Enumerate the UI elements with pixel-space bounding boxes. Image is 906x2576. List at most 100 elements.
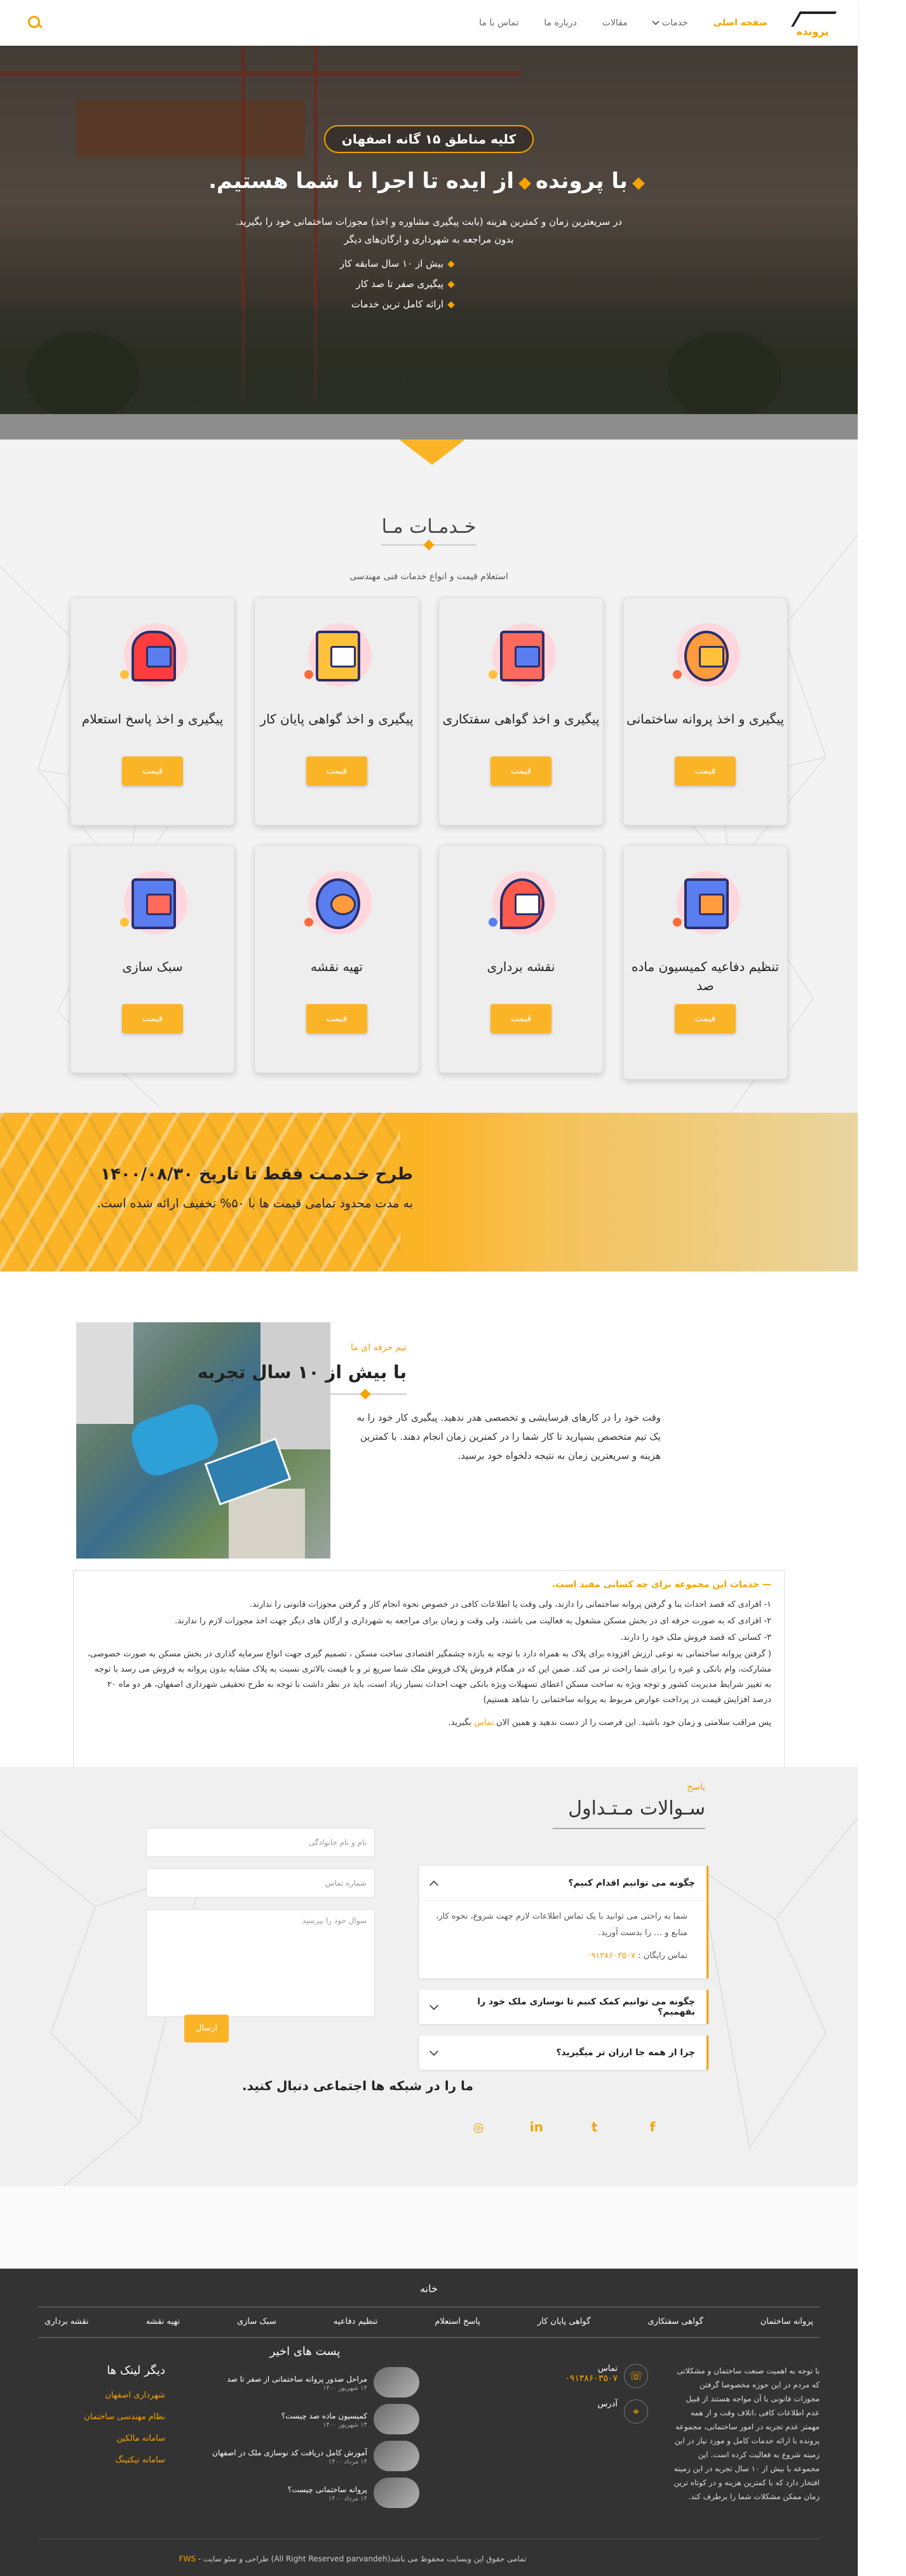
nav-home[interactable]: صفحه اصلی [713,18,767,28]
promo-title: طرح خـدمـت فقط تا تاریخ ۱۴۰۰/۰۸/۳۰ [100,1165,413,1184]
logo[interactable]: پرونده [793,9,832,37]
faq-section: پاسخ سـوالات مـتـداول چگونه می توانیم اق… [0,1767,858,2186]
box-title: خدمات این مجموعه برای چه کسانی مفید است. [86,1577,771,1592]
faq-accordion: چگونه می توانیم اقدام کنیم؟ شما به راحتی… [419,1866,708,2081]
nav-articles[interactable]: مقالات [602,18,628,28]
post-date: ۱۴ شهریور ۱۴۰۰ [323,2384,367,2392]
building-icon [480,617,562,699]
price-button[interactable]: قیمت [490,1004,551,1033]
other-link[interactable]: نظام مهندسی ساختمان [38,2406,165,2428]
faq-question-text: چرا از همه جا ارزان تر میگیرید؟ [556,2048,695,2058]
question-textarea[interactable]: سوال خود را بپرسید [146,1909,375,2017]
linkedin-icon[interactable]: in [528,2119,544,2136]
footer-link[interactable]: پروانه ساختمان [761,2317,813,2326]
service-card-title: پیگیری و اخذ پروانه ساختمانی [626,711,785,727]
twitter-icon[interactable]: t [586,2119,603,2136]
contact-phone-number[interactable]: ۰۹۱۳۸۶۰۳۵۰۷ [565,2373,618,2384]
who-benefits-box: خدمات این مجموعه برای چه کسانی مفید است.… [73,1570,785,1768]
about-kicker: تیم حرفه ای ما [351,1343,407,1353]
certificate-icon [295,617,378,699]
faq-question[interactable]: چگونه می توانیم کمک کنیم تا نوسازی ملک خ… [419,1990,707,2024]
price-button[interactable]: قیمت [122,756,183,786]
box-item: ۳- کسانی که قصد فروش ملک خود را دارند. [620,1633,771,1642]
price-button[interactable]: قیمت [490,756,551,786]
hero-bottom-strip [0,414,858,439]
contact-phone: ☏ تماس ۰۹۱۳۸۶۰۳۵۰۷ [502,2364,648,2388]
faq-question[interactable]: چگونه می توانیم اقدام کنیم؟ [419,1866,707,1900]
chevron-down-icon [652,18,659,25]
worker-icon [664,617,747,699]
box-item: ۱- افرادی که قصد احداث بنا و گرفتن پروان… [250,1600,771,1609]
price-button[interactable]: قیمت [675,756,736,786]
footer-link[interactable]: تهیه نقشه [146,2317,180,2326]
footer-about-text: با توجه به اهمیت صنعت ساختمان و مشکلاتی … [673,2366,820,2501]
service-card: پیگیری و اخذ گواهی سفتکاری قیمت [438,597,604,826]
price-button[interactable]: قیمت [675,1004,736,1033]
social-links: f t in ◎ [470,2119,661,2136]
post-item[interactable]: پروانه ساختمانی چیست؟ ۱۴ مرداد ۱۴۰۰ [191,2478,419,2508]
post-title[interactable]: آموزش کامل دریافت کد نوسازی ملک در اصفها… [212,2447,367,2459]
faq-phone-label: تماس رایگان : [638,1951,687,1961]
about-title: با بیش از ۱۰ سال تجربه [197,1362,407,1383]
faq-title: سـوالات مـتـداول [568,1797,705,1820]
post-title[interactable]: پروانه ساختمانی چیست؟ [288,2484,367,2495]
price-button[interactable]: قیمت [306,756,367,786]
post-date: ۱۴ مرداد ۱۴۰۰ [328,2495,367,2502]
faq-answer: شما به راحتی می توانید با یک تماس اطلاعا… [419,1900,707,1978]
faq-question[interactable]: چرا از همه جا ارزان تر میگیرید؟ [419,2036,707,2070]
diamond-icon [360,1388,371,1400]
question-form: نام و نام خانوادگی شماره تماس سوال خود ر… [146,1828,375,2029]
post-item[interactable]: مراحل صدور پروانه ساختمانی از صفر تا صد … [191,2367,419,2398]
faq-item[interactable]: چگونه می توانیم کمک کنیم تا نوسازی ملک خ… [419,1990,708,2024]
cta-text: پس مراقب سلامتی و زمان خود باشید. این فر… [496,1718,771,1727]
post-title[interactable]: مراحل صدور پروانه ساختمانی از صفر تا صد [227,2373,367,2385]
post-title[interactable]: کمیسیون ماده صد چیست؟ [281,2410,367,2422]
nav-services[interactable]: خدمات [652,18,688,28]
chevron-up-icon [429,1880,439,1890]
search-icon[interactable] [25,14,43,32]
service-card-title: نقشه برداری [487,959,555,974]
faq-phone-number[interactable]: ۰۹۱۳۸۶۰۳۵۰۷ [586,1951,635,1961]
footer-title[interactable]: خانه [0,2283,858,2295]
service-card-title: سبک سازی [122,959,183,974]
contact-link[interactable]: تماس [474,1718,494,1727]
diamond-icon [632,177,645,190]
other-links: دیگر لینک ها شهرداری اصفهان نظام مهندسی … [38,2364,165,2471]
location-icon: ⌖ [624,2399,648,2424]
footer-link[interactable]: تنظیم دفاعیه [334,2317,378,2326]
instagram-icon[interactable]: ◎ [470,2119,487,2136]
service-card-title: تهیه نقشه [310,959,363,974]
send-button[interactable]: ارسال [184,2015,229,2043]
facebook-icon[interactable]: f [644,2119,661,2136]
faq-item[interactable]: چرا از همه جا ارزان تر میگیرید؟ [419,2036,708,2070]
hero-pill: کلیه مناطق ۱۵ گانه اصفهان [323,125,534,153]
designer-link[interactable]: FWS [179,2554,196,2563]
nav-about[interactable]: درباره ما [544,18,576,28]
phone-input[interactable]: شماره تماس [146,1868,375,1898]
price-button[interactable]: قیمت [306,1004,367,1033]
nav-contact[interactable]: تماس با ما [479,18,518,28]
other-link[interactable]: سامانه مالکین [38,2428,165,2450]
service-card: نقشه برداری قیمت [438,845,604,1073]
post-date: ۱۴ مرداد ۱۴۰۰ [328,2458,367,2465]
page-right-margin [858,0,906,2576]
other-link[interactable]: شهرداری اصفهان [38,2385,165,2406]
footer-link[interactable]: گواهی پایان کار [538,2317,591,2326]
service-card-title: تنظیم دفاعیه کمیسیون ماده صد [632,959,779,993]
price-button[interactable]: قیمت [122,1004,183,1033]
footer-link[interactable]: سبک سازی [237,2317,276,2326]
faq-item[interactable]: چگونه می توانیم اقدام کنیم؟ شما به راحتی… [419,1866,708,1978]
nav-services-label: خدمات [661,18,688,28]
copyright-text: تمامی حقوق این وبسایت محفوظ می باشد(All … [198,2554,527,2563]
footer-link[interactable]: گواهی سفتکاری [647,2317,703,2326]
post-item[interactable]: کمیسیون ماده صد چیست؟ ۱۴ شهریور ۱۴۰۰ [191,2404,419,2434]
other-link[interactable]: سامانه تیکتینگ [38,2450,165,2471]
service-card: تهیه نقشه قیمت [254,845,419,1073]
footer-link[interactable]: پاسخ استعلام [435,2317,480,2326]
faq-kicker: پاسخ [687,1782,705,1792]
footer-links: پروانه ساختمان گواهی سفتکاری گواهی پایان… [38,2317,820,2326]
name-input[interactable]: نام و نام خانوادگی [146,1828,375,1857]
post-date: ۱۴ شهریور ۱۴۰۰ [323,2421,367,2429]
post-item[interactable]: آموزش کامل دریافت کد نوسازی ملک در اصفها… [191,2441,419,2471]
footer-link[interactable]: نقشه برداری [44,2317,89,2326]
